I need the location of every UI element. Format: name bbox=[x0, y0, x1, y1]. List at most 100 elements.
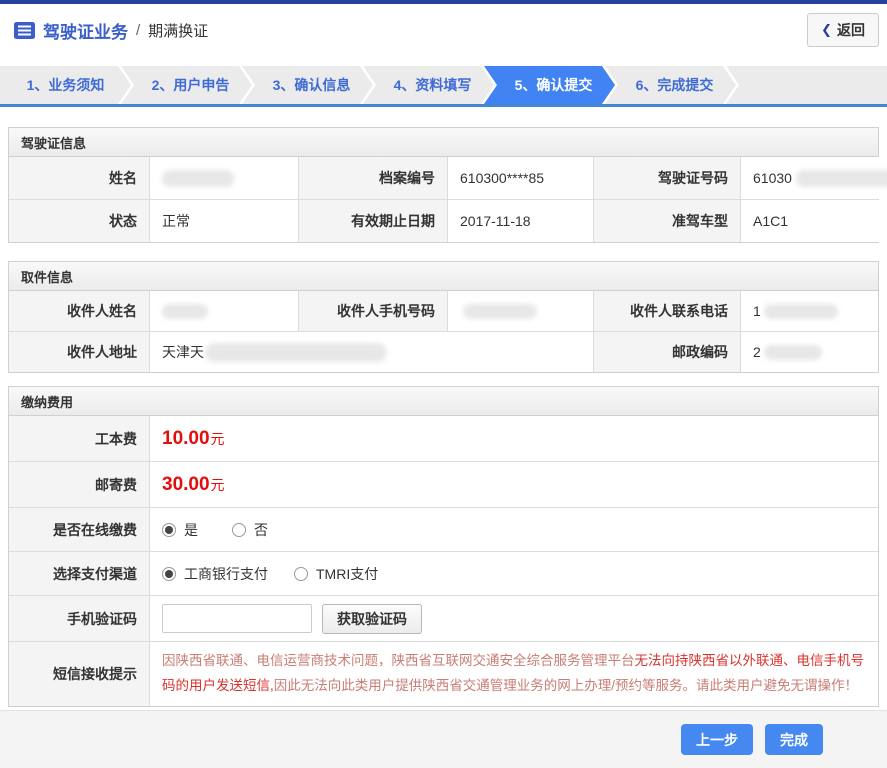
sms-code-input[interactable] bbox=[162, 604, 312, 633]
page-header: 驾驶证业务 / 期满换证 ❮ 返回 bbox=[0, 4, 887, 56]
recipient-address-redacted bbox=[206, 342, 386, 362]
license-info-section: 驾驶证信息 姓名 档案编号 610300****85 驾驶证号码 61030 X… bbox=[8, 127, 887, 243]
sms-code-label: 手机验证码 bbox=[9, 596, 149, 641]
production-fee-amount: 10.00 bbox=[162, 427, 210, 449]
recipient-address-prefix: 天津天 bbox=[162, 344, 204, 360]
step-tab-2[interactable]: 2、用户申告 bbox=[121, 66, 252, 104]
license-no-redacted bbox=[795, 169, 887, 187]
vehicle-class-value: A1C1 bbox=[741, 200, 887, 242]
postcode-label: 邮政编码 bbox=[594, 332, 740, 372]
breadcrumb-divider: / bbox=[136, 21, 141, 39]
step-tab-6-label: 6、完成提交 bbox=[635, 77, 714, 93]
recipient-mobile-label: 收件人手机号码 bbox=[299, 291, 447, 331]
license-no-value: 61030 X bbox=[741, 157, 887, 199]
license-no-prefix: 61030 bbox=[753, 170, 792, 186]
name-label: 姓名 bbox=[9, 157, 149, 199]
step-tab-4-label: 4、资料填写 bbox=[393, 77, 472, 93]
step-tabs-filler bbox=[726, 66, 887, 104]
pickup-info-title: 取件信息 bbox=[8, 261, 879, 291]
online-pay-no-label: 否 bbox=[254, 521, 268, 538]
step-tab-3-label: 3、确认信息 bbox=[272, 77, 351, 93]
radio-checked-icon[interactable] bbox=[162, 522, 176, 537]
file-no-value: 610300****85 bbox=[448, 157, 593, 199]
chevron-left-icon: ❮ bbox=[821, 22, 832, 37]
pay-channel-label: 选择支付渠道 bbox=[9, 552, 149, 595]
status-label: 状态 bbox=[9, 200, 149, 242]
license-info-title: 驾驶证信息 bbox=[8, 127, 879, 157]
back-button[interactable]: ❮ 返回 bbox=[807, 13, 879, 47]
back-button-label: 返回 bbox=[837, 22, 865, 38]
notice-part1: 因陕西省联通、电信运营商技术问题，陕西省互联网交通安全综合服务管理平台 bbox=[162, 653, 635, 669]
list-icon bbox=[14, 21, 35, 39]
channel-tmri-option[interactable]: TMRI支付 bbox=[294, 564, 378, 584]
vehicle-class-label: 准驾车型 bbox=[594, 200, 740, 242]
channel-icbc-label: 工商银行支付 bbox=[184, 565, 268, 582]
payment-table: 工本费 10.00 元 邮寄费 30.00 元 是否在线缴费 是 否 选择支付渠… bbox=[8, 416, 879, 707]
postage-fee-label: 邮寄费 bbox=[9, 462, 149, 507]
sms-notice-value: 因陕西省联通、电信运营商技术问题，陕西省互联网交通安全综合服务管理平台无法向持陕… bbox=[150, 642, 878, 706]
pay-channel-options: 工商银行支付 TMRI支付 bbox=[150, 552, 878, 595]
recipient-phone-value: 1 bbox=[741, 291, 878, 331]
sms-notice-text: 因陕西省联通、电信运营商技术问题，陕西省互联网交通安全综合服务管理平台无法向持陕… bbox=[150, 640, 878, 708]
finish-button[interactable]: 完成 bbox=[765, 724, 823, 755]
recipient-mobile-value bbox=[448, 291, 593, 331]
breadcrumb-section[interactable]: 驾驶证业务 bbox=[43, 18, 128, 43]
recipient-address-label: 收件人地址 bbox=[9, 332, 149, 372]
page: 驾驶证业务 / 期满换证 ❮ 返回 1、业务须知 2、用户申告 3、确认信息 4… bbox=[0, 0, 887, 768]
step-tab-3[interactable]: 3、确认信息 bbox=[242, 66, 373, 104]
step-tab-4[interactable]: 4、资料填写 bbox=[363, 66, 494, 104]
recipient-name-value bbox=[150, 291, 298, 331]
pickup-info-section: 取件信息 收件人姓名 收件人手机号码 收件人联系电话 1 收件人地址 天津天 邮… bbox=[8, 261, 879, 373]
recipient-name-label: 收件人姓名 bbox=[9, 291, 149, 331]
name-value-redacted bbox=[162, 169, 234, 187]
step-tab-6[interactable]: 6、完成提交 bbox=[605, 66, 736, 104]
channel-icbc-option[interactable]: 工商银行支付 bbox=[162, 564, 268, 584]
recipient-name-redacted bbox=[162, 303, 208, 319]
postage-fee-value: 30.00 元 bbox=[150, 462, 878, 507]
footer-action-bar: 上一步 完成 bbox=[0, 710, 887, 768]
payment-section: 缴纳费用 工本费 10.00 元 邮寄费 30.00 元 是否在线缴费 是 否 … bbox=[8, 386, 879, 707]
expiry-label: 有效期止日期 bbox=[299, 200, 447, 242]
license-info-table: 姓名 档案编号 610300****85 驾驶证号码 61030 X 状态 正常… bbox=[8, 157, 887, 243]
step-tab-5-active[interactable]: 5、确认提交 bbox=[484, 66, 615, 104]
production-fee-label: 工本费 bbox=[9, 416, 149, 461]
recipient-phone-label: 收件人联系电话 bbox=[594, 291, 740, 331]
step-tabs-underline bbox=[0, 104, 887, 107]
step-tab-2-label: 2、用户申告 bbox=[151, 77, 230, 93]
license-no-label: 驾驶证号码 bbox=[594, 157, 740, 199]
recipient-phone-redacted bbox=[763, 303, 838, 319]
online-pay-options: 是 否 bbox=[150, 508, 878, 551]
postcode-value: 2 bbox=[741, 332, 878, 372]
expiry-value: 2017-11-18 bbox=[448, 200, 593, 242]
payment-title: 缴纳费用 bbox=[8, 386, 879, 416]
get-code-button[interactable]: 获取验证码 bbox=[322, 603, 422, 634]
postage-fee-amount: 30.00 bbox=[162, 473, 210, 495]
production-fee-unit: 元 bbox=[210, 430, 225, 447]
production-fee-value: 10.00 元 bbox=[150, 416, 878, 461]
online-pay-yes-label: 是 bbox=[184, 521, 198, 538]
sms-code-row: 获取验证码 bbox=[150, 596, 878, 641]
online-pay-yes-option[interactable]: 是 bbox=[162, 520, 198, 540]
postage-fee-unit: 元 bbox=[210, 476, 225, 493]
recipient-address-value: 天津天 bbox=[150, 332, 593, 372]
pickup-info-table: 收件人姓名 收件人手机号码 收件人联系电话 1 收件人地址 天津天 邮政编码 2 bbox=[8, 291, 879, 373]
step-tab-1-label: 1、业务须知 bbox=[26, 77, 105, 93]
radio-checked-icon[interactable] bbox=[162, 566, 176, 581]
channel-tmri-label: TMRI支付 bbox=[316, 565, 379, 582]
notice-part3: 因此无法向此类用户提供陕西省交通管理业务的网上办理/预约等服务。请此类用户避免无… bbox=[273, 678, 859, 693]
radio-unchecked-icon[interactable] bbox=[294, 566, 308, 581]
step-tab-5-label: 5、确认提交 bbox=[514, 77, 593, 93]
postcode-prefix: 2 bbox=[753, 344, 761, 360]
recipient-mobile-redacted bbox=[463, 303, 537, 319]
recipient-phone-prefix: 1 bbox=[753, 303, 761, 319]
online-pay-no-option[interactable]: 否 bbox=[232, 520, 268, 540]
step-tab-1[interactable]: 1、业务须知 bbox=[0, 66, 131, 104]
name-value bbox=[150, 157, 298, 199]
status-value: 正常 bbox=[150, 200, 298, 242]
sms-notice-label: 短信接收提示 bbox=[9, 642, 149, 706]
breadcrumb-current: 期满换证 bbox=[148, 22, 209, 40]
radio-unchecked-icon[interactable] bbox=[232, 522, 246, 537]
step-tabs: 1、业务须知 2、用户申告 3、确认信息 4、资料填写 5、确认提交 6、完成提… bbox=[0, 66, 887, 104]
breadcrumb: 驾驶证业务 / 期满换证 bbox=[14, 18, 208, 43]
previous-step-button[interactable]: 上一步 bbox=[681, 724, 753, 755]
